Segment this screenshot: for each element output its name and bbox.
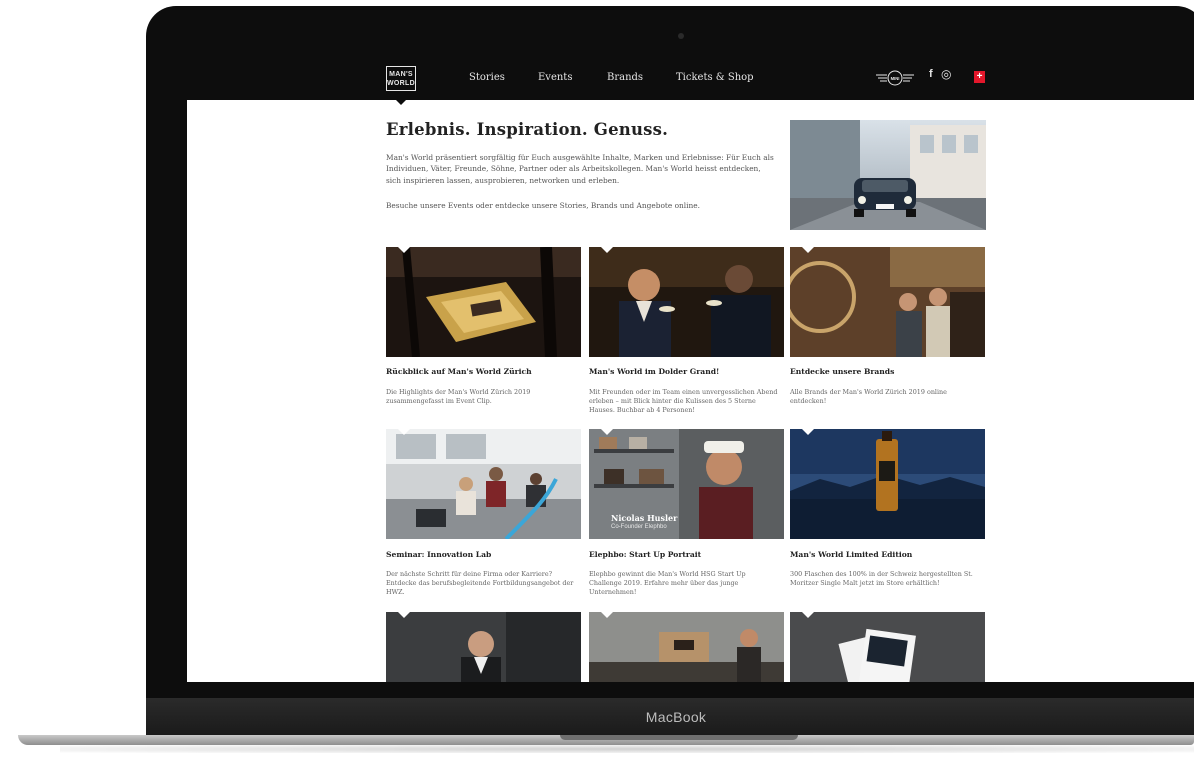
facebook-icon[interactable]: f xyxy=(929,68,933,80)
laptop-base-notch xyxy=(560,735,798,740)
card-image-innovation-lab[interactable] xyxy=(386,429,581,539)
nav-events[interactable]: Events xyxy=(538,72,572,83)
intro-paragraph: Man's World präsentiert sorgfältig für E… xyxy=(386,153,774,185)
mini-logo-icon[interactable]: MINI xyxy=(875,70,915,86)
card-image-workshop[interactable] xyxy=(589,612,784,682)
nav-brands[interactable]: Brands xyxy=(607,72,643,83)
site-header: MAN'S WORLD Stories Events Brands Tickets… xyxy=(187,56,1194,100)
laptop-mockup: MAN'S WORLD Stories Events Brands Tickets… xyxy=(0,0,1194,757)
camera-icon xyxy=(678,33,684,39)
page-title: Erlebnis. Inspiration. Genuss. xyxy=(386,120,669,139)
nav-stories[interactable]: Stories xyxy=(469,72,505,83)
card-text: Alle Brands der Man's World Zürich 2019 … xyxy=(790,388,947,406)
card-image-rueckblick[interactable] xyxy=(386,247,581,357)
laptop-chin: MacBook xyxy=(146,698,1194,736)
intro-cta-text: Besuche unsere Events oder entdecke unse… xyxy=(386,201,701,210)
swiss-flag-icon[interactable]: + xyxy=(974,71,985,83)
card-notch xyxy=(601,612,613,618)
card-notch xyxy=(802,247,814,253)
card-notch xyxy=(601,429,613,435)
card-notch xyxy=(601,247,613,253)
card-title[interactable]: Man's World Limited Edition xyxy=(790,550,912,559)
card-text: Mit Freunden oder im Team einen unverges… xyxy=(589,388,778,415)
macbook-label: MacBook xyxy=(645,709,707,725)
logo-notch xyxy=(396,100,406,105)
card-text: Der nächste Schritt für deine Firma oder… xyxy=(386,570,574,597)
card-notch xyxy=(398,612,410,618)
card-notch xyxy=(802,612,814,618)
card-image-dolder[interactable] xyxy=(589,247,784,357)
card-image-portrait[interactable] xyxy=(386,612,581,682)
hero-car-image[interactable] xyxy=(790,120,986,230)
card-notch xyxy=(398,429,410,435)
card-text: 300 Flaschen des 100% in der Schweiz her… xyxy=(790,570,973,588)
card-image-limited-edition[interactable] xyxy=(790,429,985,539)
mans-world-logo[interactable]: MAN'S WORLD xyxy=(386,66,416,91)
card-notch xyxy=(802,429,814,435)
svg-text:MINI: MINI xyxy=(891,76,900,81)
nav-tickets-shop[interactable]: Tickets & Shop xyxy=(676,72,754,83)
browser-screen: MAN'S WORLD Stories Events Brands Tickets… xyxy=(187,56,1194,682)
card-text: Die Highlights der Man's World Zürich 20… xyxy=(386,388,531,406)
card-title[interactable]: Elephbo: Start Up Portrait xyxy=(589,550,701,559)
card-title[interactable]: Rückblick auf Man's World Zürich xyxy=(386,367,532,376)
card-image-posters[interactable] xyxy=(790,612,985,682)
card-image-brands[interactable] xyxy=(790,247,985,357)
card-text: Elephbo gewinnt die Man's World HSG Star… xyxy=(589,570,746,597)
video-caption-role: Co-Founder Elephbo xyxy=(611,524,667,530)
video-caption-name: Nicolas Husler xyxy=(611,513,678,523)
card-title[interactable]: Man's World im Dolder Grand! xyxy=(589,367,719,376)
card-title[interactable]: Seminar: Innovation Lab xyxy=(386,550,491,559)
card-image-elephbo[interactable]: Nicolas Husler Co-Founder Elephbo xyxy=(589,429,784,539)
instagram-icon[interactable]: ◎ xyxy=(941,67,951,81)
card-notch xyxy=(398,247,410,253)
card-title[interactable]: Entdecke unsere Brands xyxy=(790,367,894,376)
laptop-shadow xyxy=(60,745,1194,753)
